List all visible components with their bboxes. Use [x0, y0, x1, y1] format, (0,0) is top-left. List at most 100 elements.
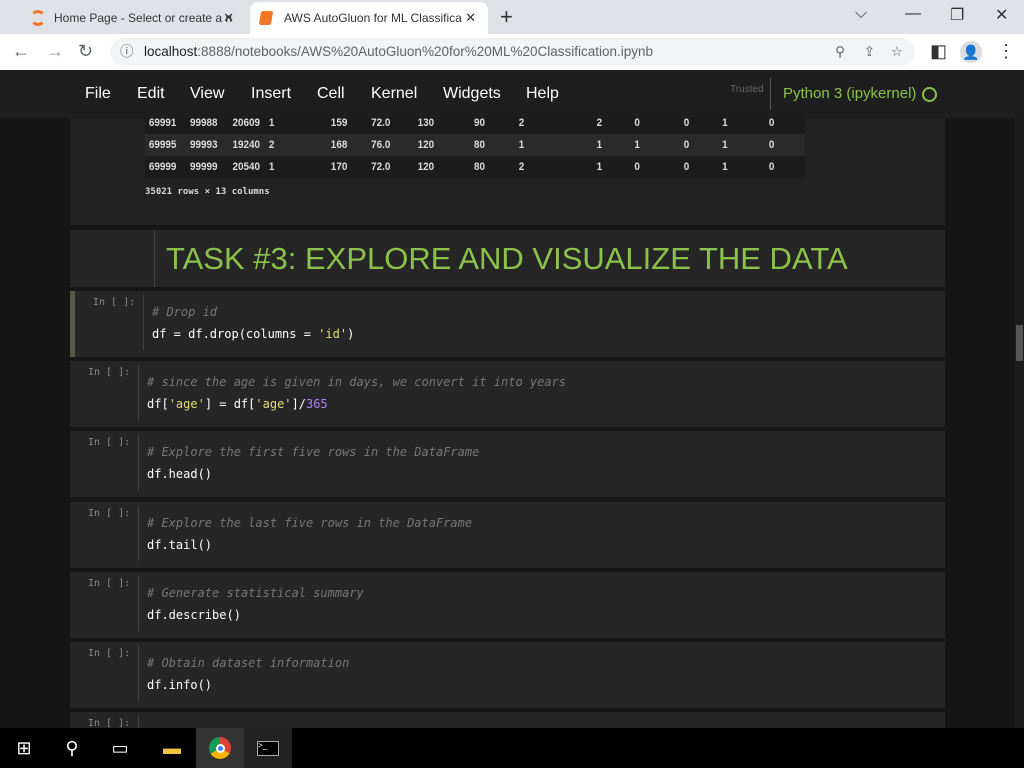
- markdown-cell[interactable]: TASK #3: EXPLORE AND VISUALIZE THE DATA: [70, 230, 945, 287]
- code-line[interactable]: df.head(): [147, 467, 212, 481]
- star-icon[interactable]: ☆: [891, 38, 903, 66]
- profile-icon[interactable]: 👤: [960, 41, 982, 63]
- cell-prompt: In [ ]:: [88, 648, 131, 659]
- table-cell: 0: [768, 161, 775, 173]
- section-heading: TASK #3: EXPLORE AND VISUALIZE THE DATA: [154, 230, 848, 287]
- table-cell: 1: [634, 139, 640, 151]
- code-cell[interactable]: In [ ]:: [70, 712, 945, 728]
- table-cell: 2: [519, 161, 525, 173]
- menu-kernel[interactable]: Kernel: [371, 85, 417, 103]
- code-line[interactable]: df.tail(): [147, 538, 212, 552]
- notebook-area: 69991 99988 20609 1 159 72.0 130 90 2 2 0 0 1 0 69995 9…: [0, 118, 1014, 728]
- close-icon[interactable]: ✕: [465, 10, 476, 26]
- tab-title: Home Page - Select or create a n: [54, 11, 233, 25]
- terminal-icon[interactable]: >_: [244, 728, 292, 768]
- task-view-icon[interactable]: ▭: [96, 728, 144, 768]
- jupyter-icon: [30, 10, 46, 26]
- cell-prompt: In [ ]:: [88, 508, 131, 519]
- forward-icon[interactable]: →: [46, 41, 64, 62]
- code-line[interactable]: df = df.drop(columns = 'id'): [152, 327, 354, 341]
- code-comment: # Drop id: [152, 305, 218, 319]
- table-cell: 99993: [190, 139, 218, 151]
- scrollbar[interactable]: [1014, 118, 1024, 728]
- cell-prompt: In [ ]:: [88, 437, 131, 448]
- table-row: 69999 99999 20540 1 170 72.0 120 80 2 1 0 0 1 0: [145, 156, 805, 178]
- back-icon[interactable]: ←: [12, 41, 30, 62]
- tab-notebook[interactable]: AWS AutoGluon for ML Classifica ✕: [250, 2, 488, 34]
- code-line[interactable]: df['age'] = df['age']/365: [147, 397, 328, 411]
- minimize-button[interactable]: —: [905, 5, 921, 23]
- table-cell: 120: [417, 161, 435, 173]
- menu-cell[interactable]: Cell: [317, 85, 345, 103]
- code-line[interactable]: df.info(): [147, 678, 212, 692]
- table-cell: 0: [634, 118, 640, 129]
- table-cell: 99988: [190, 118, 218, 129]
- code-line[interactable]: df.describe(): [147, 608, 241, 622]
- table-cell: 1: [722, 139, 729, 151]
- windows-start-icon[interactable]: ⊞: [0, 728, 48, 768]
- close-window-button[interactable]: ✕: [995, 5, 1008, 25]
- new-tab-button[interactable]: +: [500, 4, 513, 30]
- tab-bar: Home Page - Select or create a n ✕ AWS Au…: [0, 0, 1024, 34]
- notebook-icon: [258, 11, 274, 25]
- table-cell: 69995: [148, 139, 177, 151]
- table-cell: 1: [596, 139, 603, 151]
- code-comment: # since the age is given in days, we con…: [147, 375, 567, 389]
- file-explorer-icon[interactable]: ▬: [148, 728, 196, 768]
- info-icon: ⓘ: [120, 44, 134, 59]
- chrome-icon[interactable]: [196, 728, 244, 768]
- table-cell: 1: [519, 139, 525, 151]
- table-cell: 170: [330, 161, 347, 173]
- code-comment: # Explore the first five rows in the Dat…: [147, 445, 480, 459]
- table-cell: 69991: [148, 118, 177, 129]
- trusted-indicator[interactable]: Trusted: [730, 84, 764, 95]
- url-input[interactable]: ⓘ localhost:8888/notebooks/AWS%20AutoGluo…: [110, 38, 915, 66]
- table-cell: 19240: [232, 139, 261, 151]
- tab-title: AWS AutoGluon for ML Classifica: [284, 11, 462, 25]
- menu-file[interactable]: File: [85, 85, 111, 103]
- code-cell[interactable]: In [ ]: # Generate statistical summary d…: [70, 572, 945, 638]
- table-cell: 0: [683, 118, 690, 129]
- reload-icon[interactable]: ↻: [78, 41, 93, 62]
- share-icon[interactable]: ⇪: [864, 38, 875, 66]
- cell-prompt: In [ ]:: [88, 578, 131, 589]
- taskbar: ⊞ ⚲ ▭ ▬ >_: [0, 728, 1024, 768]
- table-cell: 130: [417, 118, 435, 129]
- table-cell: 20609: [232, 118, 261, 129]
- code-cell[interactable]: In [ ]: # Drop id df = df.drop(columns =…: [70, 291, 945, 357]
- code-cell[interactable]: In [ ]: # Explore the last five rows in …: [70, 502, 945, 568]
- menu-view[interactable]: View: [190, 85, 224, 103]
- menu-icon[interactable]: ⋮: [997, 41, 1015, 62]
- table-cell: 159: [330, 118, 347, 129]
- close-icon[interactable]: ✕: [223, 10, 234, 26]
- cell-prompt: In [ ]:: [88, 367, 131, 378]
- menu-insert[interactable]: Insert: [251, 85, 291, 103]
- cell-prompt: In [ ]:: [93, 297, 136, 308]
- code-cell[interactable]: In [ ]: # Explore the first five rows in…: [70, 431, 945, 497]
- menu-widgets[interactable]: Widgets: [443, 85, 501, 103]
- table-cell: 0: [683, 139, 690, 151]
- address-bar: ← → ↻ ⓘ localhost:8888/notebooks/AWS%20Au…: [0, 34, 1024, 70]
- output-cell: 69991 99988 20609 1 159 72.0 130 90 2 2 0 0 1 0 69995 9…: [70, 118, 945, 225]
- scrollbar-thumb[interactable]: [1016, 325, 1023, 361]
- code-cell[interactable]: In [ ]: # Obtain dataset information df.…: [70, 642, 945, 708]
- menu-help[interactable]: Help: [526, 85, 559, 103]
- tab-search-icon[interactable]: ⌵: [855, 5, 867, 23]
- table-cell: 120: [417, 139, 435, 151]
- code-comment: # Explore the last five rows in the Data…: [147, 516, 473, 530]
- table-cell: 0: [683, 161, 690, 173]
- search-icon[interactable]: ⚲: [48, 728, 96, 768]
- menu-edit[interactable]: Edit: [137, 85, 165, 103]
- table-cell: 0: [634, 161, 640, 173]
- code-comment: # Generate statistical summary: [147, 586, 364, 600]
- url-path: :8888/notebooks/AWS%20AutoGluon%20for%20…: [197, 44, 654, 59]
- kernel-name: Python 3 (ipykernel): [783, 85, 917, 102]
- table-cell: 72.0: [370, 118, 391, 129]
- sidebar-icon[interactable]: ◧: [930, 41, 947, 62]
- table-cell: 1: [596, 161, 603, 173]
- tab-home[interactable]: Home Page - Select or create a n ✕: [10, 2, 246, 34]
- restore-button[interactable]: ❐: [950, 5, 964, 25]
- zoom-icon[interactable]: ⚲: [835, 38, 845, 66]
- kernel-indicator[interactable]: Python 3 (ipykernel): [770, 78, 938, 110]
- code-cell[interactable]: In [ ]: # since the age is given in days…: [70, 361, 945, 427]
